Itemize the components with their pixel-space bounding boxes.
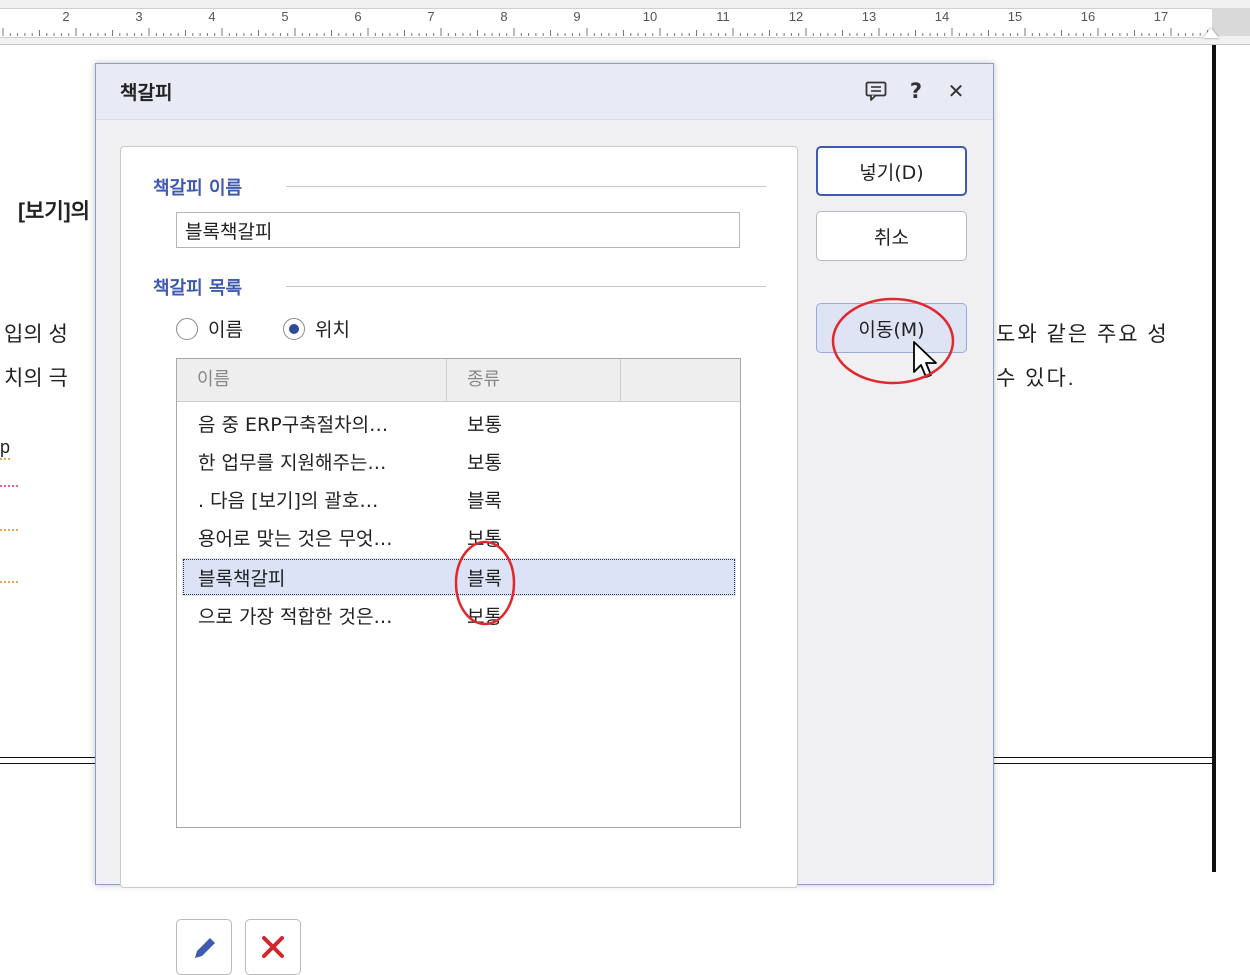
radio-circle [176, 317, 198, 340]
doc-line1-left: 입의 성 [4, 323, 68, 346]
name-section-label: 책갈피 이름 [153, 178, 243, 199]
bookmark-list[interactable]: 이름 종류 음 중 ERP구축절차의… 보통 한 업무를 지원해주는… 보통 .… [176, 358, 741, 828]
list-section-label: 책갈피 목록 [153, 278, 243, 299]
doc-squiggle-pink [0, 481, 18, 487]
edit-bookmark-button[interactable] [176, 919, 232, 975]
ruler-number: 2 [62, 9, 70, 24]
delete-bookmark-button[interactable] [245, 919, 301, 975]
dialog-titlebar[interactable]: 책갈피 ? ✕ [96, 64, 993, 120]
list-item[interactable]: 한 업무를 지원해주는… 보통 [182, 442, 736, 480]
bookmark-type: 블록 [467, 568, 502, 590]
bookmark-name: 음 중 ERP구축절차의… [198, 414, 389, 436]
list-item[interactable]: 음 중 ERP구축절차의… 보통 [182, 404, 736, 442]
bookmark-name: 한 업무를 지원해주는… [198, 452, 387, 474]
bookmark-type: 보통 [467, 414, 502, 436]
list-section-rule [286, 286, 766, 287]
bookmark-name: . 다음 [보기]의 괄호… [198, 490, 379, 512]
bookmark-type: 보통 [467, 452, 502, 474]
ruler-number: 15 [1007, 9, 1023, 24]
ruler-number: 6 [354, 9, 362, 24]
ruler-number: 16 [1080, 9, 1096, 24]
doc-heading-fragment: [보기]의 [18, 200, 90, 223]
bookmark-name-input[interactable] [176, 212, 740, 248]
doc-squiggle-orange-2 [0, 577, 18, 583]
column-header-name[interactable]: 이름 [177, 359, 447, 401]
ruler-number: 17 [1153, 9, 1169, 24]
ruler-number: 12 [788, 9, 804, 24]
cancel-button[interactable]: 취소 [816, 211, 967, 261]
list-item[interactable]: . 다음 [보기]의 괄호… 블록 [182, 480, 736, 518]
bookmark-type: 보통 [467, 606, 502, 628]
insert-button[interactable]: 넣기(D) [816, 146, 967, 196]
ruler-number: 11 [716, 9, 730, 24]
radio-circle-selected [283, 317, 305, 340]
ruler-ticks [2, 28, 1208, 36]
sort-by-position-radio[interactable]: 위치 [283, 315, 350, 342]
bookmark-type: 블록 [467, 490, 502, 512]
bookmark-type: 보통 [467, 528, 502, 550]
help-icon[interactable]: ? [902, 77, 930, 105]
close-icon[interactable]: ✕ [942, 77, 970, 105]
ruler-number: 8 [500, 9, 508, 24]
comment-icon[interactable] [862, 77, 890, 105]
name-section-rule [286, 186, 766, 187]
horizontal-ruler: 23456789101112131415161718 [0, 0, 1250, 45]
move-button[interactable]: 이동(M) [816, 303, 967, 353]
right-indent-marker[interactable] [1203, 28, 1219, 38]
list-item-selected[interactable]: 블록책갈피 블록 [182, 558, 736, 596]
bookmark-name: 으로 가장 적합한 것은… [198, 606, 393, 628]
bookmark-panel: 책갈피 이름 책갈피 목록 이름 위치 이름 종류 음 중 ERP구축절차의… … [120, 146, 798, 975]
ruler-number: 5 [281, 9, 289, 24]
delete-x-icon [262, 936, 284, 958]
ruler-number: 9 [573, 9, 581, 24]
doc-stray-char: p [0, 437, 11, 460]
column-header-extra[interactable] [621, 359, 740, 401]
pencil-icon [195, 938, 215, 958]
ruler-number: 10 [642, 9, 658, 24]
doc-line1-right: 도와 같은 주요 성 [996, 323, 1169, 346]
sort-by-name-radio[interactable]: 이름 [176, 315, 243, 342]
list-item[interactable]: 용어로 맞는 것은 무엇… 보통 [182, 518, 736, 556]
ruler-number: 4 [208, 9, 216, 24]
bookmark-dialog: 책갈피 ? ✕ 책갈피 이름 책갈피 목록 이름 위치 이름 [95, 63, 994, 975]
column-header-type[interactable]: 종류 [447, 359, 621, 401]
doc-squiggle-orange [0, 525, 18, 531]
dialog-title: 책갈피 [120, 82, 173, 104]
doc-line2-right: 수 있다. [996, 367, 1076, 390]
bookmark-name: 블록책갈피 [198, 568, 286, 590]
doc-line2-left: 치의 극 [4, 367, 68, 390]
page-right-border [1212, 45, 1216, 872]
list-header: 이름 종류 [177, 359, 740, 402]
ruler-number: 3 [135, 9, 143, 24]
ruler-strip [0, 8, 1212, 38]
list-item[interactable]: 으로 가장 적합한 것은… 보통 [182, 596, 736, 634]
ruler-number: 14 [934, 9, 950, 24]
radio-label: 이름 [208, 319, 243, 341]
ruler-number: 7 [427, 9, 435, 24]
ruler-number: 13 [861, 9, 877, 24]
radio-label: 위치 [315, 319, 350, 341]
bookmark-name: 용어로 맞는 것은 무엇… [198, 528, 393, 550]
